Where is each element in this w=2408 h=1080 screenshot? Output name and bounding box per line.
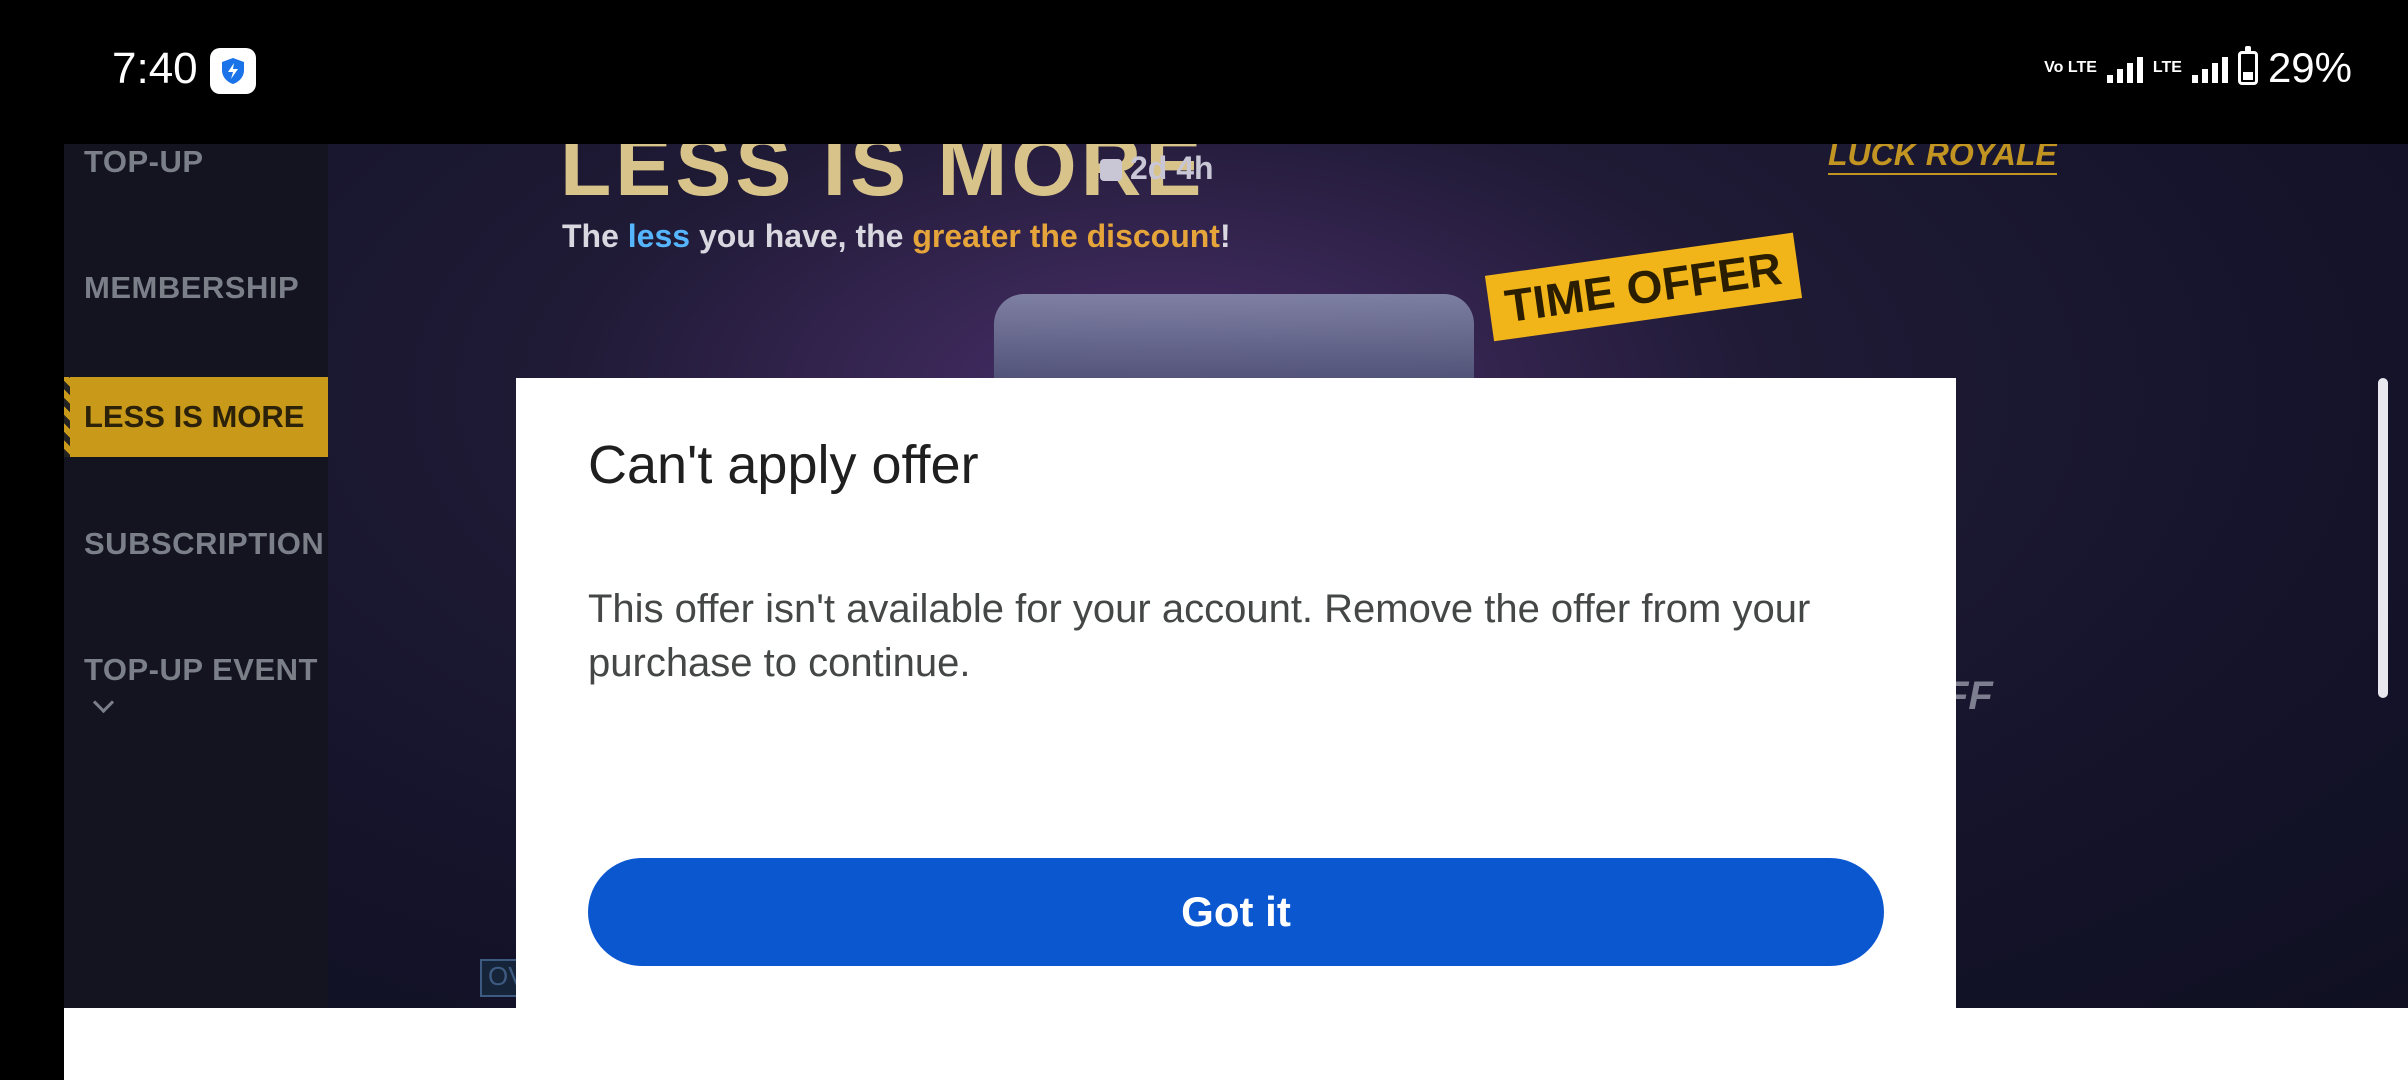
signal-icon-2 xyxy=(2191,53,2228,83)
sidebar-item-label: TOP-UP EVENT xyxy=(84,652,318,687)
clock-icon xyxy=(1100,159,1122,181)
lte-indicator: LTE xyxy=(2152,59,2182,76)
clock-time: 7:40 xyxy=(112,44,198,93)
battery-percent: 29% xyxy=(2267,44,2352,91)
dialog-message: This offer isn't available for your acco… xyxy=(588,587,1811,685)
scrollbar[interactable] xyxy=(2378,378,2388,698)
signal-icon xyxy=(2106,53,2143,83)
got-it-button[interactable]: Got it xyxy=(588,858,1884,966)
status-bar: 7:40 Vo LTE LTE 29% xyxy=(0,0,2408,144)
shield-bolt-icon xyxy=(210,48,256,94)
sidebar-item-top-up[interactable]: TOP-UP xyxy=(84,144,204,180)
sidebar-item-less-is-more[interactable]: LESS IS MORE xyxy=(64,377,328,457)
battery-icon xyxy=(2237,46,2258,85)
store-sidebar: TOP-UP MEMBERSHIP LESS IS MORE SUBSCRIPT… xyxy=(64,144,328,1008)
banner-tagline: The less you have, the greater the disco… xyxy=(562,218,1231,254)
sidebar-item-top-up-event[interactable]: TOP-UP EVENT xyxy=(84,652,328,724)
sidebar-item-subscription[interactable]: SUBSCRIPTION xyxy=(84,526,324,562)
cant-apply-offer-dialog: Can't apply offer This offer isn't avail… xyxy=(516,378,1956,1008)
offer-timer: 2d 4h xyxy=(1100,150,1214,187)
sidebar-item-membership[interactable]: MEMBERSHIP xyxy=(84,270,299,306)
dialog-title: Can't apply offer xyxy=(588,435,979,495)
time-offer-badge: TIME OFFER xyxy=(1484,232,1802,342)
luck-royale-link[interactable]: LUCK ROYALE xyxy=(1828,144,2057,175)
chevron-down-icon xyxy=(92,691,115,714)
status-indicators: Vo LTE LTE 29% xyxy=(2044,44,2352,92)
volte-indicator: Vo LTE xyxy=(2044,59,2097,76)
bottom-sheet xyxy=(64,1008,2408,1080)
sidebar-item-label: LESS IS MORE xyxy=(84,399,305,434)
